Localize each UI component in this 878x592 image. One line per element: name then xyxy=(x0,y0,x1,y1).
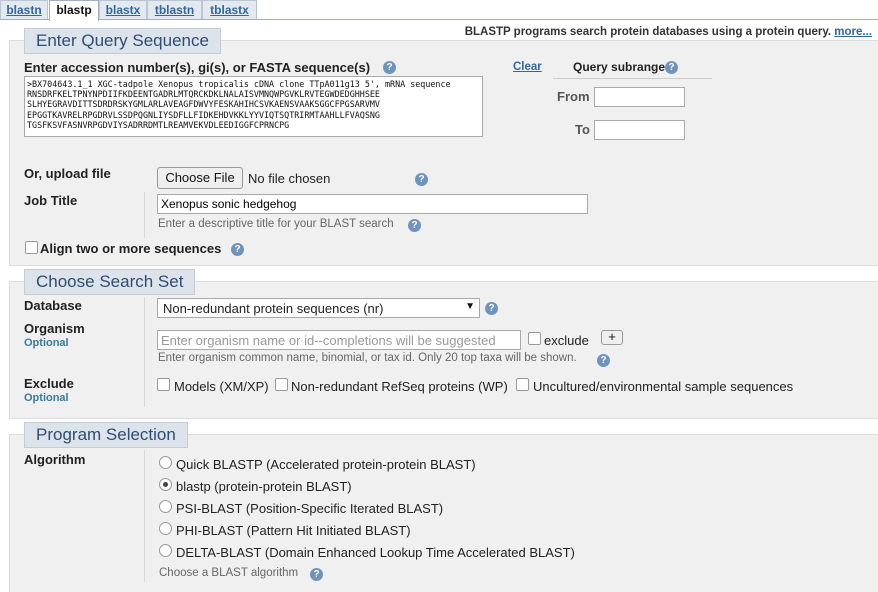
tab-tblastn[interactable]: tblastn xyxy=(147,0,202,19)
delta-blast-label: DELTA-BLAST (Domain Enhanced Lookup Time… xyxy=(176,545,575,560)
phi-blast-label: PHI-BLAST (Pattern Hit Initiated BLAST) xyxy=(176,523,411,538)
radio-blastp[interactable] xyxy=(159,478,172,491)
add-organism-button[interactable]: + xyxy=(601,330,623,345)
exclude-uncultured-checkbox[interactable] xyxy=(516,378,529,391)
psi-blast-label: PSI-BLAST (Position-Specific Iterated BL… xyxy=(176,501,444,516)
field-divider xyxy=(144,297,145,407)
query-sequence-textarea[interactable]: >BX704643.1_1 XGC-tadpole Xenopus tropic… xyxy=(24,76,483,137)
radio-phi-blast[interactable] xyxy=(159,522,172,535)
query-subrange-title: Query subrange xyxy=(573,60,666,74)
from-label: From xyxy=(557,89,590,104)
align-two-label: Align two or more sequences xyxy=(40,241,222,256)
caret-down-icon: ▼ xyxy=(465,301,475,312)
more-link[interactable]: more... xyxy=(834,26,872,38)
query-label: Enter accession number(s), gi(s), or FAS… xyxy=(24,60,371,75)
program-tabs: blastn blastp blastx tblastn tblastx xyxy=(0,0,878,21)
exclude-label: Exclude xyxy=(24,376,74,391)
question-circle-icon[interactable]: ? xyxy=(310,568,323,581)
organism-optional-label: Optional xyxy=(24,337,69,349)
clear-link[interactable]: Clear xyxy=(513,61,542,73)
database-selected-value: Non-redundant protein sequences (nr) xyxy=(163,301,384,316)
program-description: BLASTP programs search protein databases… xyxy=(465,26,872,38)
radio-delta-blast[interactable] xyxy=(159,544,172,557)
algorithm-label: Algorithm xyxy=(24,452,86,467)
tagline-text: BLASTP programs search protein databases… xyxy=(464,26,832,38)
organism-hint: Enter organism common name, binomial, or… xyxy=(158,352,577,364)
radio-quick-blastp[interactable] xyxy=(159,456,172,469)
exclude-refseq-wp-checkbox[interactable] xyxy=(275,378,288,391)
upload-label: Or, upload file xyxy=(24,166,111,181)
choose-file-button[interactable]: Choose File xyxy=(157,167,243,189)
exclude-optional-label: Optional xyxy=(24,392,69,404)
algorithm-hint: Choose a BLAST algorithm xyxy=(159,567,299,579)
radio-psi-blast[interactable] xyxy=(159,500,172,513)
no-file-text: No file chosen xyxy=(248,171,331,186)
job-title-hint: Enter a descriptive title for your BLAST… xyxy=(158,218,394,230)
to-label: To xyxy=(575,122,590,137)
database-label: Database xyxy=(24,298,82,313)
program-section-legend: Program Selection xyxy=(24,422,188,448)
subrange-to-input[interactable] xyxy=(594,120,685,140)
exclude-uncultured-label: Uncultured/environmental sample sequence… xyxy=(533,379,794,394)
search-set-legend: Choose Search Set xyxy=(24,269,196,295)
organism-exclude-checkbox[interactable] xyxy=(528,332,541,345)
database-select[interactable]: Non-redundant protein sequences (nr) ▼ xyxy=(157,298,480,318)
tab-blastp[interactable]: blastp xyxy=(49,0,99,21)
field-divider xyxy=(144,192,145,238)
field-divider xyxy=(144,450,145,582)
quick-blastp-label: Quick BLASTP (Accelerated protein-protei… xyxy=(176,457,476,472)
question-circle-icon[interactable]: ? xyxy=(665,61,678,74)
subrange-from-input[interactable] xyxy=(594,87,685,107)
exclude-models-label: Models (XM/XP) xyxy=(174,379,269,394)
job-title-input[interactable] xyxy=(157,194,588,214)
question-circle-icon[interactable]: ? xyxy=(415,173,428,186)
tab-blastn[interactable]: blastn xyxy=(0,0,48,19)
blastp-label: blastp (protein-protein BLAST) xyxy=(176,479,352,494)
organism-exclude-label: exclude xyxy=(544,333,589,348)
align-two-checkbox[interactable] xyxy=(25,241,38,254)
query-section-legend: Enter Query Sequence xyxy=(24,28,221,54)
question-circle-icon[interactable]: ? xyxy=(231,243,244,256)
subrange-divider xyxy=(553,78,712,79)
question-circle-icon[interactable]: ? xyxy=(485,302,498,315)
job-title-label: Job Title xyxy=(24,193,78,208)
tab-tblastx[interactable]: tblastx xyxy=(202,0,257,19)
question-circle-icon[interactable]: ? xyxy=(597,354,610,367)
exclude-refseq-wp-label: Non-redundant RefSeq proteins (WP) xyxy=(291,379,508,394)
organism-label: Organism xyxy=(24,321,85,336)
exclude-models-checkbox[interactable] xyxy=(157,378,170,391)
question-circle-icon[interactable]: ? xyxy=(408,219,421,232)
organism-input[interactable] xyxy=(157,330,521,350)
question-circle-icon[interactable]: ? xyxy=(383,61,396,74)
tab-blastx[interactable]: blastx xyxy=(99,0,147,19)
